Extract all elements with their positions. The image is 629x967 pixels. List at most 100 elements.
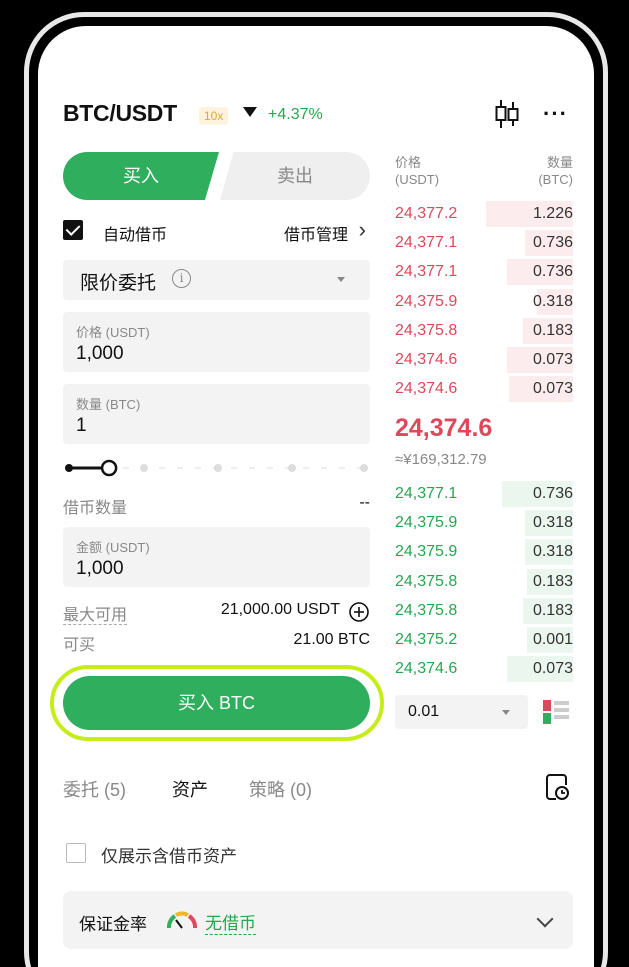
margin-ratio-bar[interactable]: 保证金率 无借币 xyxy=(63,891,573,949)
max-available-label[interactable]: 最大可用 xyxy=(63,607,128,625)
chevron-down-icon[interactable] xyxy=(536,910,554,928)
orderbook-price-header: 价格 (USDT) xyxy=(395,155,440,187)
max-available-value: 21,000.00 USDT xyxy=(220,601,340,618)
orderbook-layout-icon[interactable] xyxy=(542,699,570,725)
ask-qty: 0.736 xyxy=(532,234,573,252)
info-icon[interactable]: i xyxy=(172,269,191,288)
ask-price: 24,374.6 xyxy=(395,351,458,368)
price-input[interactable]: 价格 (USDT) 1,000 xyxy=(63,312,370,372)
can-buy-value: 21.00 BTC xyxy=(293,631,370,648)
bid-qty: 0.736 xyxy=(532,485,573,502)
mid-price-cny: ≈¥169,312.79 xyxy=(395,451,487,468)
bid-row[interactable]: 24,375.8 0.183 xyxy=(395,568,573,595)
total-label: 金额 (USDT) xyxy=(76,540,150,555)
bid-price: 24,375.9 xyxy=(395,514,458,532)
candlestick-chart-icon[interactable] xyxy=(493,98,521,130)
ask-qty: 0.073 xyxy=(532,351,573,368)
bid-price: 24,375.9 xyxy=(395,543,458,561)
more-icon[interactable]: ··· xyxy=(543,101,568,127)
ask-price: 24,377.1 xyxy=(395,263,458,281)
order-type-select[interactable]: 限价委托 i xyxy=(63,260,370,300)
auto-borrow-row: 自动借币 借币管理 › xyxy=(63,217,370,245)
can-buy-row: 可买 21.00 BTC xyxy=(63,631,370,655)
header: BTC/USDT 10x +4.37% ··· xyxy=(63,98,573,134)
auto-borrow-checkbox[interactable] xyxy=(63,220,83,240)
bid-price: 24,377.1 xyxy=(395,485,458,502)
total-value: 1,000 xyxy=(76,558,124,579)
amount-label: 数量 (BTC) xyxy=(76,397,141,412)
total-input[interactable]: 金额 (USDT) 1,000 xyxy=(63,527,370,587)
ask-qty: 0.073 xyxy=(532,380,573,398)
ask-price: 24,377.1 xyxy=(395,234,458,252)
precision-value: 0.01 xyxy=(408,703,440,720)
tab-buy[interactable]: 买入 xyxy=(63,152,219,200)
show-borrow-only-checkbox[interactable] xyxy=(66,843,86,863)
borrow-amount-value: -- xyxy=(359,494,370,511)
amount-slider[interactable] xyxy=(63,458,370,478)
price-label: 价格 (USDT) xyxy=(76,325,150,340)
precision-select[interactable]: 0.01 xyxy=(395,695,528,729)
tab-strategies[interactable]: 策略 (0) xyxy=(249,776,312,802)
add-circle-icon[interactable] xyxy=(348,601,370,623)
price-value: 1,000 xyxy=(76,343,124,364)
bid-price: 24,375.8 xyxy=(395,572,458,590)
trading-pair[interactable]: BTC/USDT xyxy=(63,100,177,127)
ask-row[interactable]: 24,377.1 0.736 xyxy=(395,259,573,286)
chevron-down-icon xyxy=(502,710,510,715)
bid-row[interactable]: 24,375.9 0.318 xyxy=(395,510,573,537)
orderbook-qty-header: 数量 (BTC) xyxy=(538,155,573,187)
bid-row[interactable]: 24,375.8 0.183 xyxy=(395,597,573,624)
bid-price: 24,375.8 xyxy=(395,601,458,619)
bid-qty: 0.001 xyxy=(532,631,573,648)
borrow-manage-link[interactable]: 借币管理 xyxy=(284,221,348,245)
ask-row[interactable]: 24,375.8 0.183 xyxy=(395,317,573,344)
borrow-amount-row: 借币数量 -- xyxy=(63,494,370,518)
ask-row[interactable]: 24,377.1 0.736 xyxy=(395,230,573,257)
tab-orders[interactable]: 委托 (5) xyxy=(63,776,126,802)
order-type-label: 限价委托 xyxy=(80,273,157,294)
bid-row[interactable]: 24,374.6 0.073 xyxy=(395,656,573,683)
price-change: +4.37% xyxy=(268,106,323,123)
max-available-row: 最大可用 21,000.00 USDT xyxy=(63,601,370,625)
chevron-right-icon[interactable]: › xyxy=(359,217,366,243)
bid-qty: 0.073 xyxy=(532,660,573,678)
bid-price: 24,374.6 xyxy=(395,660,458,678)
amount-input[interactable]: 数量 (BTC) 1 xyxy=(63,384,370,444)
ask-row[interactable]: 24,375.9 0.318 xyxy=(395,288,573,315)
tab-assets[interactable]: 资产 xyxy=(172,776,208,802)
ask-qty: 0.318 xyxy=(532,292,573,310)
amount-value: 1 xyxy=(76,415,87,436)
auto-borrow-label: 自动借币 xyxy=(103,227,168,244)
chevron-down-icon xyxy=(337,277,345,282)
bid-qty: 0.183 xyxy=(532,601,573,619)
bid-row[interactable]: 24,377.1 0.736 xyxy=(395,481,573,507)
bid-row[interactable]: 24,375.9 0.318 xyxy=(395,539,573,566)
order-history-icon[interactable] xyxy=(546,773,570,801)
ask-price: 24,375.9 xyxy=(395,292,458,310)
chevron-down-icon[interactable] xyxy=(243,107,257,117)
borrow-amount-label: 借币数量 xyxy=(63,500,128,517)
ask-qty: 0.183 xyxy=(532,321,573,339)
buy-btc-button[interactable]: 买入 BTC xyxy=(63,676,370,730)
ask-qty: 0.736 xyxy=(532,263,573,281)
bid-qty: 0.318 xyxy=(532,543,573,561)
ask-row[interactable]: 24,374.6 0.073 xyxy=(395,376,573,403)
leverage-badge[interactable]: 10x xyxy=(199,107,229,125)
ask-row[interactable]: 24,374.6 0.073 xyxy=(395,347,573,373)
bid-qty: 0.183 xyxy=(532,572,573,590)
ask-qty: 1.226 xyxy=(532,205,573,222)
margin-ratio-status: 无借币 xyxy=(205,909,256,935)
ask-row[interactable]: 24,377.2 1.226 xyxy=(395,201,573,227)
bid-qty: 0.318 xyxy=(532,514,573,532)
gauge-icon xyxy=(166,911,198,929)
ask-price: 24,377.2 xyxy=(395,205,458,222)
bid-row[interactable]: 24,375.2 0.001 xyxy=(395,627,573,653)
ask-price: 24,375.8 xyxy=(395,321,458,339)
tab-sell[interactable]: 卖出 xyxy=(220,152,370,200)
can-buy-label: 可买 xyxy=(63,637,96,654)
bid-price: 24,375.2 xyxy=(395,631,458,648)
show-borrow-only-label: 仅展示含借币资产 xyxy=(101,847,237,866)
mid-price[interactable]: 24,374.6 xyxy=(395,414,492,443)
ask-price: 24,374.6 xyxy=(395,380,458,398)
margin-ratio-label: 保证金率 xyxy=(79,915,147,934)
